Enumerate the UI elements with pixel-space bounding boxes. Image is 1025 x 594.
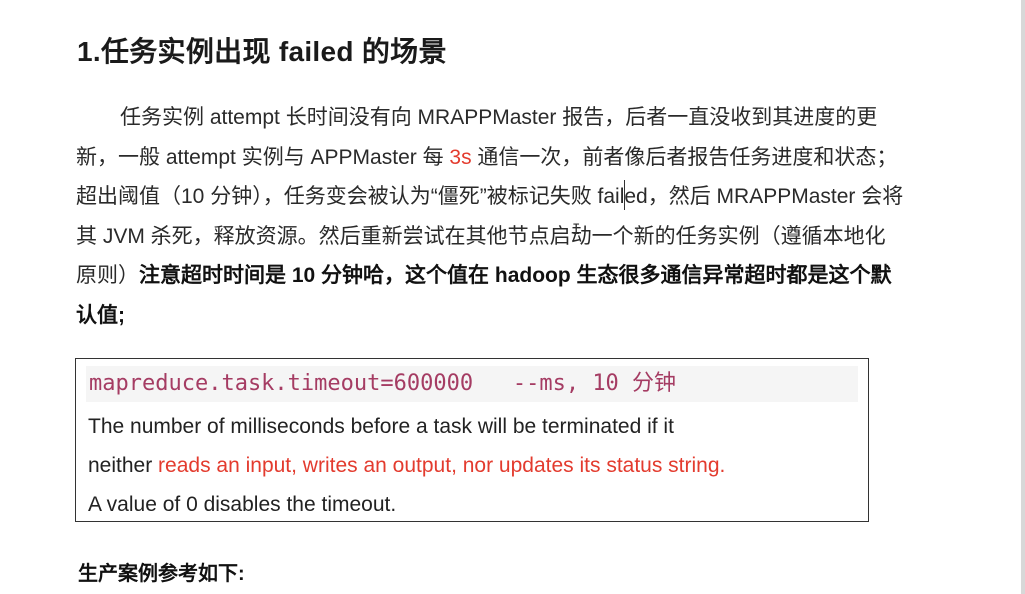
desc-line-2-prefix: neither xyxy=(88,454,159,477)
desc-line-2: neither reads an input, writes an output… xyxy=(88,446,858,485)
body-paragraph: 任务实例 attempt 长时间没有向 MRAPPMaster 报告，后者一直没… xyxy=(76,98,906,336)
case-subheading: 生产案例参考如下: xyxy=(78,563,245,585)
document-page: 1.任务实例出现 failed 的场景 任务实例 attempt 长时间没有向 … xyxy=(0,0,1020,594)
config-code-line: mapreduce.task.timeout=600000 --ms, 10 分… xyxy=(86,366,858,402)
bold-note: 注意超时时间是 10 分钟哈，这个值在 hadoop 生态很多通信异常超时都是这… xyxy=(76,264,892,327)
page-edge xyxy=(1021,0,1025,594)
config-box: mapreduce.task.timeout=600000 --ms, 10 分… xyxy=(75,358,869,522)
section-heading: 1.任务实例出现 failed 的场景 xyxy=(77,36,447,67)
text-cursor xyxy=(624,180,625,210)
desc-line-2-highlight: reads an input, writes an output, nor up… xyxy=(158,454,726,477)
ibeam-cursor-icon: I xyxy=(572,222,581,238)
highlight-3s: 3s xyxy=(449,145,472,169)
desc-line-1: The number of milliseconds before a task… xyxy=(88,415,674,438)
config-description: The number of milliseconds before a task… xyxy=(88,407,858,524)
desc-line-3: A value of 0 disables the timeout. xyxy=(88,493,397,516)
